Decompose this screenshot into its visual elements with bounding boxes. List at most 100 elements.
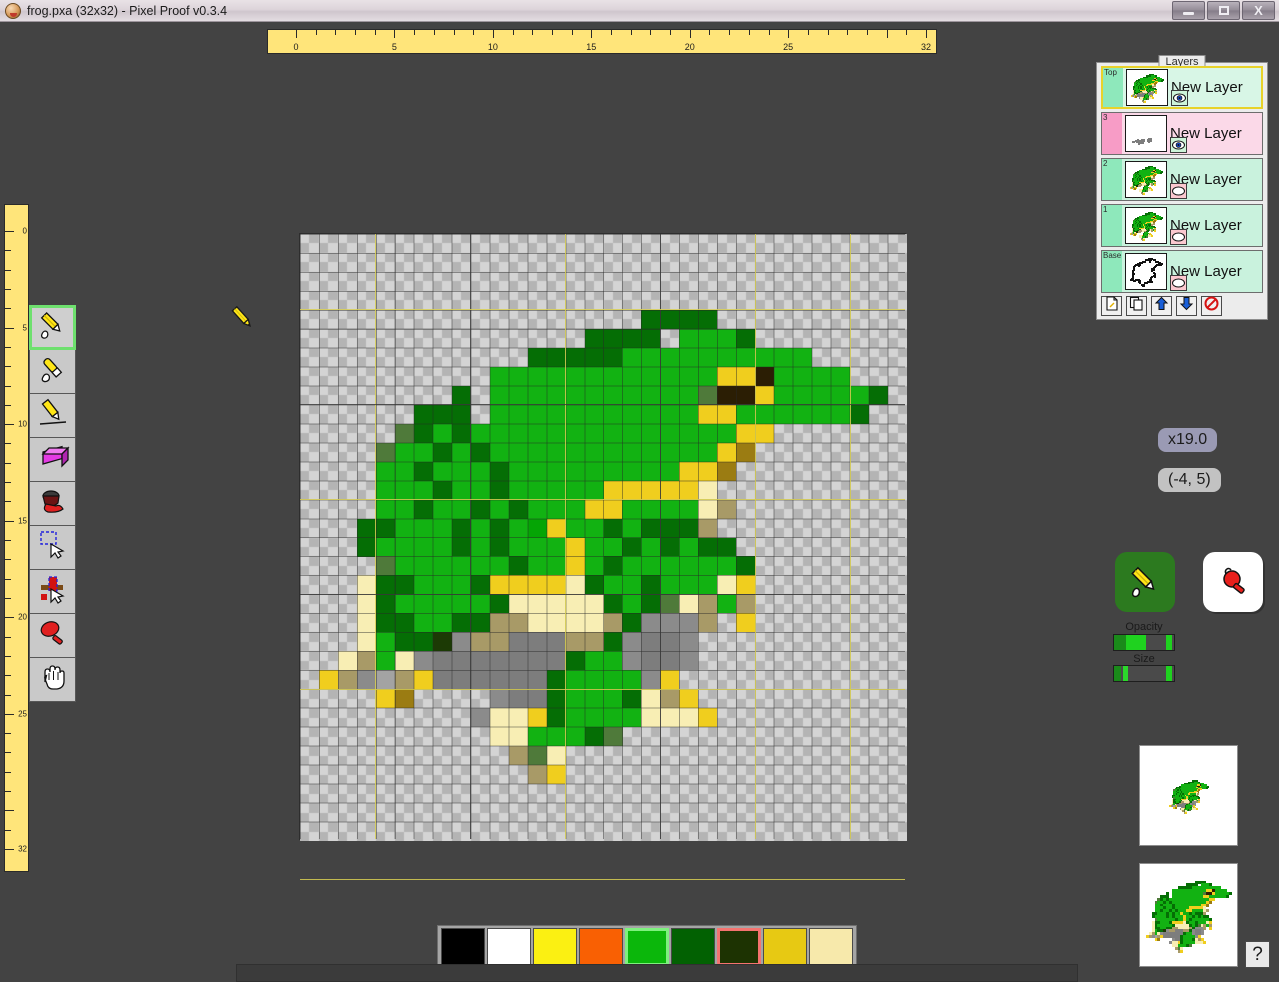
app-icon bbox=[5, 3, 21, 19]
eyedropper-icon bbox=[1213, 562, 1253, 602]
size-slider-label: Size bbox=[1113, 653, 1175, 665]
layer-visibility-toggle[interactable] bbox=[1170, 137, 1187, 153]
vertical-ruler: 0 5 10 15 20 25 32 bbox=[4, 204, 29, 872]
layer-row[interactable]: 3New Layer bbox=[1101, 112, 1263, 155]
ruler-v-label: 20 bbox=[18, 613, 27, 622]
active-tool-slot-primary[interactable] bbox=[1115, 552, 1175, 612]
swatch-cream[interactable] bbox=[809, 928, 853, 966]
zoom-level-indicator: x19.0 bbox=[1158, 428, 1217, 452]
no-entry-icon bbox=[1204, 296, 1219, 316]
pan-tool[interactable] bbox=[29, 657, 76, 702]
ruler-v-label: 15 bbox=[18, 516, 27, 525]
ruler-h-label: 32 bbox=[921, 42, 931, 52]
layer-row[interactable]: 1New Layer bbox=[1101, 204, 1263, 247]
layer-visibility-toggle[interactable] bbox=[1170, 275, 1187, 291]
layer-visibility-toggle[interactable] bbox=[1171, 90, 1188, 106]
marquee-select-icon bbox=[36, 528, 70, 567]
minimize-button[interactable] bbox=[1172, 1, 1205, 20]
pixel-artwork bbox=[300, 234, 907, 841]
ruler-h-label: 5 bbox=[392, 42, 397, 52]
pencil-icon bbox=[1125, 562, 1165, 602]
help-button[interactable]: ? bbox=[1245, 941, 1270, 968]
layer-visibility-toggle[interactable] bbox=[1170, 229, 1187, 245]
brush-tool[interactable] bbox=[29, 349, 76, 394]
ruler-v-label: 10 bbox=[18, 420, 27, 429]
swatch-black[interactable] bbox=[441, 928, 485, 966]
layer-row[interactable]: BaseNew Layer bbox=[1101, 250, 1263, 293]
horizontal-ruler: 051015202532 bbox=[267, 29, 937, 54]
eraser-icon bbox=[36, 440, 70, 479]
eraser-tool[interactable] bbox=[29, 437, 76, 482]
size-slider[interactable] bbox=[1113, 665, 1175, 682]
ruler-v-label: 5 bbox=[23, 323, 27, 332]
ruler-h-label: 15 bbox=[586, 42, 596, 52]
tool-palette bbox=[29, 305, 76, 701]
window-titlebar: frog.pxa (32x32) - Pixel Proof v0.3.4 X bbox=[0, 0, 1279, 22]
horizontal-scrollbar[interactable] bbox=[236, 964, 1078, 982]
layer-index: Base bbox=[1102, 251, 1122, 292]
pencil-cursor bbox=[228, 303, 256, 331]
select-tool[interactable] bbox=[29, 525, 76, 570]
ruler-h-label: 25 bbox=[783, 42, 793, 52]
window-controls: X bbox=[1172, 1, 1275, 20]
layer-index: 1 bbox=[1102, 205, 1122, 246]
swatch-yellow[interactable] bbox=[533, 928, 577, 966]
layers-panel: Layers TopNew Layer3New Layer2New Layer1… bbox=[1096, 62, 1268, 320]
window-title: frog.pxa (32x32) - Pixel Proof v0.3.4 bbox=[27, 4, 227, 18]
layer-visibility-toggle[interactable] bbox=[1170, 183, 1187, 199]
layer-index: Top bbox=[1103, 68, 1123, 107]
layer-index: 3 bbox=[1102, 113, 1122, 154]
swatch-orange[interactable] bbox=[579, 928, 623, 966]
layers-list: TopNew Layer3New Layer2New Layer1New Lay… bbox=[1097, 66, 1267, 293]
color-palette bbox=[437, 925, 857, 969]
arrow-down-icon bbox=[1179, 296, 1194, 316]
ruler-v-label: 25 bbox=[18, 709, 27, 718]
line-icon bbox=[36, 396, 70, 435]
line-tool[interactable] bbox=[29, 393, 76, 438]
ruler-h-label: 20 bbox=[685, 42, 695, 52]
new-layer-button[interactable] bbox=[1101, 296, 1122, 316]
swatch-darkest-green[interactable] bbox=[717, 928, 761, 966]
pencil-icon bbox=[36, 308, 70, 347]
delete-layer-button[interactable] bbox=[1201, 296, 1222, 316]
pixel-canvas[interactable] bbox=[299, 233, 906, 840]
layer-row[interactable]: TopNew Layer bbox=[1101, 66, 1263, 109]
duplicate-layer-button[interactable] bbox=[1126, 296, 1147, 316]
swatch-white[interactable] bbox=[487, 928, 531, 966]
new-page-icon bbox=[1104, 296, 1119, 316]
ruler-v-label: 32 bbox=[18, 845, 27, 854]
opacity-slider-label: Opacity bbox=[1113, 621, 1175, 633]
move-selection-icon bbox=[36, 572, 70, 611]
eyedropper-icon bbox=[36, 616, 70, 655]
layer-thumbnail bbox=[1126, 69, 1168, 106]
active-tool-slot-secondary[interactable] bbox=[1203, 552, 1263, 612]
pencil-tool[interactable] bbox=[29, 305, 76, 350]
eyedropper-tool[interactable] bbox=[29, 613, 76, 658]
arrow-up-icon bbox=[1154, 296, 1169, 316]
layer-index: 2 bbox=[1102, 159, 1122, 200]
move-layer-down-button[interactable] bbox=[1176, 296, 1197, 316]
swatch-dark-green[interactable] bbox=[671, 928, 715, 966]
copy-pages-icon bbox=[1129, 296, 1144, 316]
layer-thumbnail bbox=[1125, 115, 1167, 152]
ruler-h-label: 0 bbox=[293, 42, 298, 52]
layer-action-buttons bbox=[1101, 296, 1222, 316]
move-layer-up-button[interactable] bbox=[1151, 296, 1172, 316]
opacity-slider[interactable] bbox=[1113, 634, 1175, 651]
layer-row[interactable]: 2New Layer bbox=[1101, 158, 1263, 201]
move-select-tool[interactable] bbox=[29, 569, 76, 614]
swatch-green[interactable] bbox=[625, 928, 669, 966]
brush-icon bbox=[36, 352, 70, 391]
hand-icon bbox=[36, 660, 70, 699]
layer-thumbnail bbox=[1125, 253, 1167, 290]
ruler-v-label: 0 bbox=[23, 227, 27, 236]
paint-bucket-icon bbox=[36, 484, 70, 523]
swatch-gold[interactable] bbox=[763, 928, 807, 966]
paint-bucket-tool[interactable] bbox=[29, 481, 76, 526]
preview-actual-size bbox=[1139, 745, 1238, 846]
close-button[interactable]: X bbox=[1242, 1, 1275, 20]
layer-thumbnail bbox=[1125, 161, 1167, 198]
preview-zoomed bbox=[1139, 863, 1238, 967]
layer-thumbnail bbox=[1125, 207, 1167, 244]
maximize-button[interactable] bbox=[1207, 1, 1240, 20]
